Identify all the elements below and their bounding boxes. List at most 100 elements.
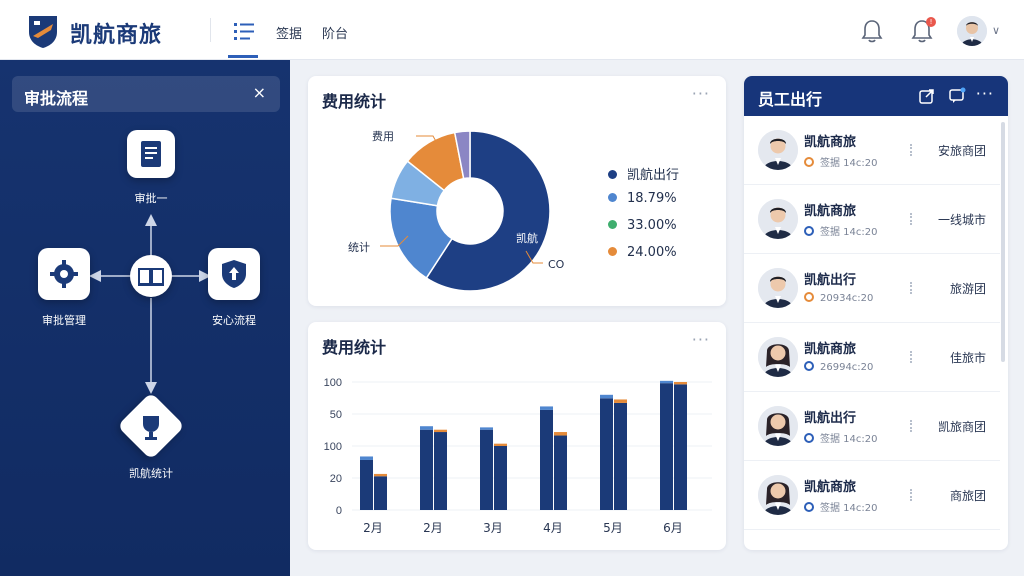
employee-name: 凯航商旅 (804, 204, 857, 219)
employee-name: 凯航商旅 (804, 342, 857, 357)
trophy-icon (143, 416, 159, 440)
employee-status: 26994c:20 (804, 361, 873, 373)
separator (910, 213, 912, 225)
separator (910, 282, 912, 294)
x-tick-label: 6月 (663, 521, 683, 535)
flow-label-approval-manage: 审批管理 (42, 314, 86, 327)
flow-node-secure-flow[interactable] (208, 248, 260, 300)
employee-row[interactable]: 凯航商旅 签据 14c:20 安旅商团 (744, 116, 1000, 185)
flow-label-secure-flow: 安心流程 (212, 314, 256, 327)
employee-travel-panel: 员工出行 ··· 凯航商旅 签据 14c:20 安旅商团 凯航商旅 签据 14c:20 一… (744, 76, 1008, 550)
chevron-down-icon[interactable]: ∨ (992, 24, 1000, 37)
avatar (758, 337, 798, 377)
employee-destination: 商旅团 (949, 489, 986, 503)
scrollbar[interactable] (1001, 122, 1005, 362)
bar[interactable] (480, 429, 493, 510)
bar[interactable] (494, 446, 507, 510)
brand-logo-icon (29, 16, 57, 48)
bar-cap (540, 406, 553, 410)
y-tick-label: 0 (336, 505, 342, 517)
bar-cap (374, 473, 387, 477)
y-tick-label: 20 (330, 473, 342, 485)
bar[interactable] (600, 398, 613, 510)
nav-item-2[interactable]: 阶台 (322, 23, 348, 42)
status-icon (804, 292, 814, 302)
status-text: 签据 14c:20 (820, 503, 878, 514)
message-icon[interactable] (948, 87, 966, 105)
user-avatar[interactable] (957, 16, 987, 46)
flow-node-approval-one[interactable] (127, 130, 175, 178)
avatar (758, 268, 798, 308)
bar[interactable] (420, 429, 433, 510)
employee-row[interactable]: 凯航出行 签据 14c:20 凯旅商团 (744, 392, 1000, 461)
x-tick-label: 2月 (363, 521, 383, 535)
legend-label: 凯航出行 (627, 168, 680, 183)
employee-destination: 安旅商团 (937, 144, 986, 158)
status-text: 20934c:20 (820, 293, 874, 304)
employee-row[interactable]: 凯航商旅 签据 14c:20 商旅团 (744, 461, 1000, 530)
legend-swatch (608, 170, 617, 179)
person-icon (758, 199, 798, 239)
bar[interactable] (674, 384, 687, 510)
employee-destination: 一线城市 (937, 213, 986, 227)
x-tick-label: 3月 (483, 521, 503, 535)
separator (910, 144, 912, 156)
separator (910, 351, 912, 363)
export-icon[interactable] (918, 87, 936, 105)
bar[interactable] (360, 459, 373, 510)
status-text: 签据 14c:20 (820, 434, 878, 445)
x-tick-label: 2月 (423, 521, 443, 535)
list-icon[interactable] (232, 20, 256, 42)
avatar (758, 199, 798, 239)
legend-label: 33.00% (627, 218, 677, 233)
bar[interactable] (554, 435, 567, 510)
bar[interactable] (660, 383, 673, 510)
nav-item-1[interactable]: 签据 (276, 23, 302, 42)
status-icon (804, 361, 814, 371)
status-text: 签据 14c:20 (820, 227, 878, 238)
document-icon (141, 141, 161, 167)
flow-label-stats: 凯航统计 (129, 467, 173, 480)
pie-label: CO (548, 258, 565, 271)
bar-cap (480, 427, 493, 430)
top-bar: 凯航商旅 签据 阶台 ! ∨ (0, 0, 1024, 60)
flow-node-stats[interactable] (117, 392, 185, 460)
employee-name: 凯航商旅 (804, 135, 857, 150)
employee-row[interactable]: 凯航出行 20934c:20 旅游团 (744, 254, 1000, 323)
person-icon (758, 337, 798, 377)
gear-icon (50, 260, 78, 288)
bar[interactable] (434, 432, 447, 510)
bar[interactable] (540, 409, 553, 510)
y-tick-label: 100 (324, 441, 342, 453)
flow-node-center[interactable] (130, 255, 172, 297)
employee-destination: 佳旅市 (949, 351, 986, 365)
status-icon (804, 226, 814, 236)
bar-cap (434, 429, 447, 433)
employee-destination: 凯旅商团 (937, 420, 986, 434)
separator (910, 489, 912, 501)
more-icon[interactable]: ··· (976, 84, 994, 103)
bell-icon[interactable] (860, 18, 884, 44)
avatar (758, 475, 798, 515)
employee-row[interactable]: 凯航商旅 26994c:20 佳旅市 (744, 323, 1000, 392)
employee-status: 20934c:20 (804, 292, 873, 304)
bar-cap (554, 432, 567, 436)
person-icon (758, 268, 798, 308)
separator (910, 420, 912, 432)
bar-cap (674, 382, 687, 385)
y-tick-label: 50 (330, 409, 342, 421)
employee-status: 签据 14c:20 (804, 499, 878, 514)
active-nav-indicator (228, 55, 258, 58)
legend-swatch (608, 247, 617, 256)
flow-node-approval-manage[interactable] (38, 248, 90, 300)
pie-label: 费用 (372, 130, 394, 143)
bar[interactable] (614, 402, 627, 510)
status-icon (804, 502, 814, 512)
person-icon (758, 130, 798, 170)
legend-swatch (608, 193, 617, 202)
employee-row[interactable]: 凯航商旅签据 14c:20 一线城市 (744, 185, 1000, 254)
bar[interactable] (374, 476, 387, 510)
flow-label-approval-one: 审批一 (134, 192, 168, 205)
y-tick-label: 100 (324, 377, 342, 389)
legend-item: 33.00% (608, 218, 677, 233)
